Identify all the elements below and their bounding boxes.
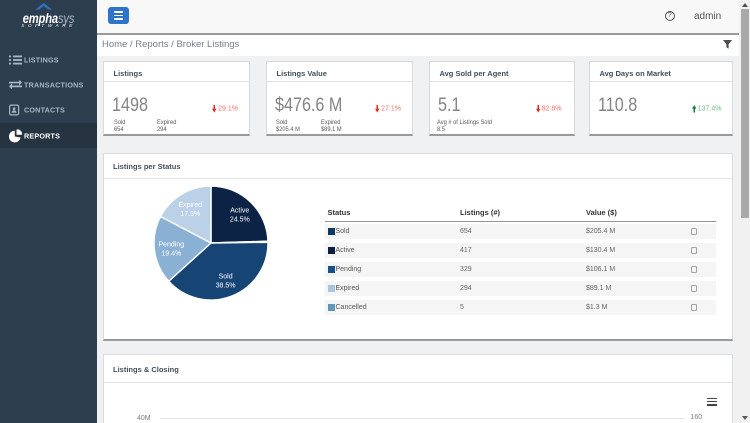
svg-text:24.5%: 24.5%: [230, 217, 250, 224]
svg-text:Sold: Sold: [219, 274, 233, 281]
svg-text:38.5%: 38.5%: [216, 283, 236, 290]
svg-text:Active: Active: [230, 208, 249, 215]
svg-text:17.3%: 17.3%: [180, 211, 200, 218]
svg-text:Expired: Expired: [178, 202, 202, 209]
svg-text:Pending: Pending: [158, 241, 184, 248]
svg-text:19.4%: 19.4%: [161, 250, 181, 257]
